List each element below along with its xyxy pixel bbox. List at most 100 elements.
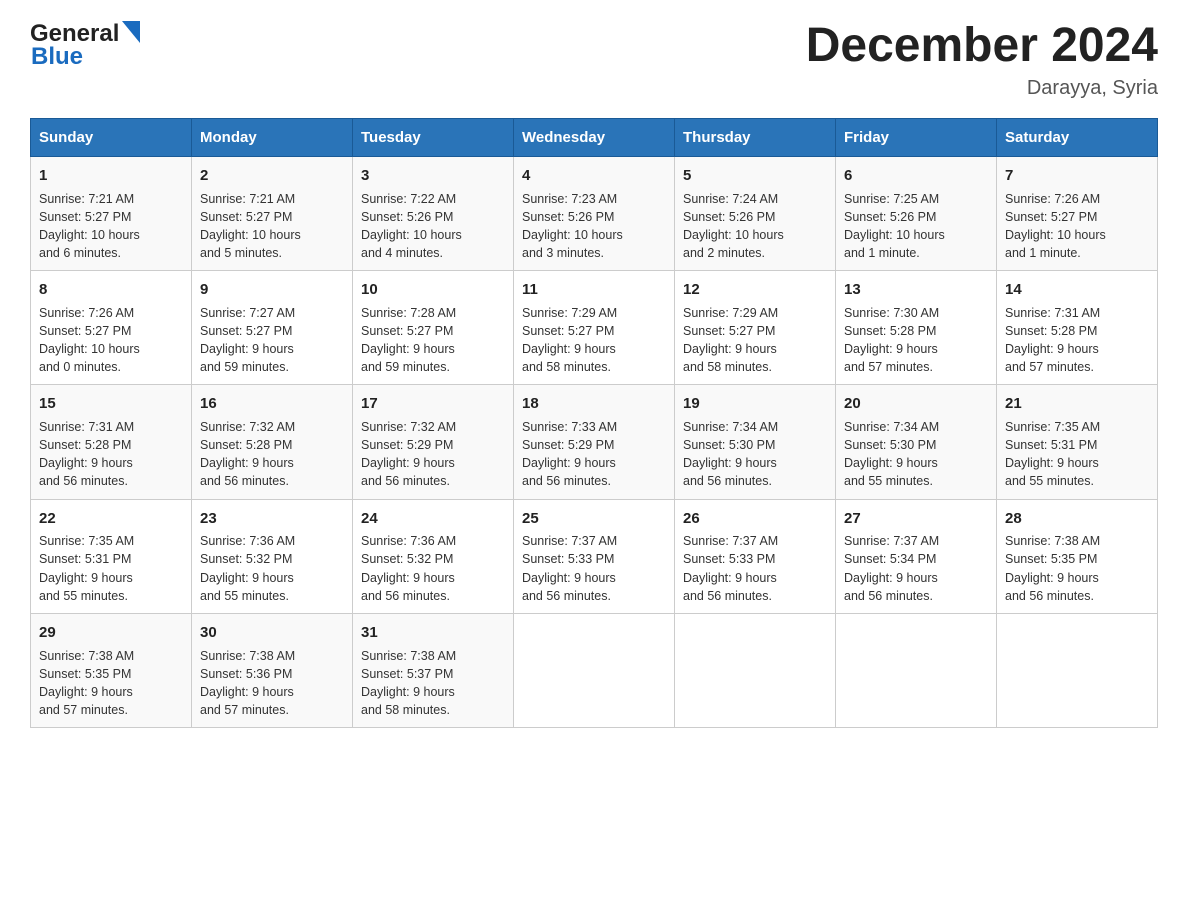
calendar-cell: 4Sunrise: 7:23 AMSunset: 5:26 PMDaylight… (514, 156, 675, 270)
day-info: Sunrise: 7:21 AMSunset: 5:27 PMDaylight:… (200, 190, 344, 263)
calendar-cell: 18 Sunrise: 7:33 AMSunset: 5:29 PMDayligh… (514, 385, 675, 499)
day-info: Sunrise: 7:37 AMSunset: 5:33 PMDaylight:… (683, 532, 827, 605)
calendar-cell: 7 Sunrise: 7:26 AMSunset: 5:27 PMDaylight… (997, 156, 1158, 270)
week-row-5: 29 Sunrise: 7:38 AMSunset: 5:35 PMDayligh… (31, 613, 1158, 727)
location-title: Darayya, Syria (806, 77, 1158, 100)
calendar-cell: 9 Sunrise: 7:27 AMSunset: 5:27 PMDaylight… (192, 271, 353, 385)
calendar-cell: 28Sunrise: 7:38 AMSunset: 5:35 PMDayligh… (997, 499, 1158, 613)
day-number: 30 (200, 622, 344, 644)
day-info: Sunrise: 7:31 AMSunset: 5:28 PMDaylight:… (39, 418, 183, 491)
calendar-cell: 14Sunrise: 7:31 AMSunset: 5:28 PMDayligh… (997, 271, 1158, 385)
day-number: 26 (683, 508, 827, 530)
day-info: Sunrise: 7:38 AMSunset: 5:35 PMDaylight:… (39, 647, 183, 720)
week-row-4: 22Sunrise: 7:35 AMSunset: 5:31 PMDayligh… (31, 499, 1158, 613)
calendar-cell: 15 Sunrise: 7:31 AMSunset: 5:28 PMDayligh… (31, 385, 192, 499)
calendar-cell: 2Sunrise: 7:21 AMSunset: 5:27 PMDaylight… (192, 156, 353, 270)
day-number: 3 (361, 165, 505, 187)
day-number: 16 (200, 393, 344, 415)
day-number: 7 (1005, 165, 1149, 187)
day-number: 18 (522, 393, 666, 415)
calendar-cell: 19 Sunrise: 7:34 AMSunset: 5:30 PMDayligh… (675, 385, 836, 499)
day-info: Sunrise: 7:38 AMSunset: 5:37 PMDaylight:… (361, 647, 505, 720)
day-info: Sunrise: 7:36 AMSunset: 5:32 PMDaylight:… (361, 532, 505, 605)
logo-blue-text: Blue (31, 43, 83, 71)
logo: General Blue (30, 20, 140, 71)
day-info: Sunrise: 7:28 AMSunset: 5:27 PMDaylight:… (361, 304, 505, 377)
day-info: Sunrise: 7:25 AMSunset: 5:26 PMDaylight:… (844, 190, 988, 263)
weekday-header-thursday: Thursday (675, 118, 836, 156)
day-number: 20 (844, 393, 988, 415)
day-info: Sunrise: 7:31 AMSunset: 5:28 PMDaylight:… (1005, 304, 1149, 377)
day-info: Sunrise: 7:34 AMSunset: 5:30 PMDaylight:… (844, 418, 988, 491)
day-number: 11 (522, 279, 666, 301)
day-number: 5 (683, 165, 827, 187)
day-number: 13 (844, 279, 988, 301)
day-number: 22 (39, 508, 183, 530)
calendar-cell: 11 Sunrise: 7:29 AMSunset: 5:27 PMDayligh… (514, 271, 675, 385)
calendar-cell: 31 Sunrise: 7:38 AMSunset: 5:37 PMDayligh… (353, 613, 514, 727)
day-info: Sunrise: 7:21 AMSunset: 5:27 PMDaylight:… (39, 190, 183, 263)
day-info: Sunrise: 7:23 AMSunset: 5:26 PMDaylight:… (522, 190, 666, 263)
calendar-cell: 29 Sunrise: 7:38 AMSunset: 5:35 PMDayligh… (31, 613, 192, 727)
calendar-cell (514, 613, 675, 727)
day-number: 10 (361, 279, 505, 301)
page-header: General Blue December 2024 Darayya, Syri… (30, 20, 1158, 100)
day-info: Sunrise: 7:38 AMSunset: 5:36 PMDaylight:… (200, 647, 344, 720)
day-number: 24 (361, 508, 505, 530)
day-info: Sunrise: 7:35 AMSunset: 5:31 PMDaylight:… (1005, 418, 1149, 491)
weekday-header-wednesday: Wednesday (514, 118, 675, 156)
calendar-cell: 22Sunrise: 7:35 AMSunset: 5:31 PMDayligh… (31, 499, 192, 613)
day-number: 29 (39, 622, 183, 644)
day-info: Sunrise: 7:33 AMSunset: 5:29 PMDaylight:… (522, 418, 666, 491)
calendar-cell: 6 Sunrise: 7:25 AMSunset: 5:26 PMDaylight… (836, 156, 997, 270)
day-number: 17 (361, 393, 505, 415)
day-info: Sunrise: 7:24 AMSunset: 5:26 PMDaylight:… (683, 190, 827, 263)
day-info: Sunrise: 7:26 AMSunset: 5:27 PMDaylight:… (1005, 190, 1149, 263)
calendar-cell: 1 Sunrise: 7:21 AMSunset: 5:27 PMDaylight… (31, 156, 192, 270)
calendar-cell: 12Sunrise: 7:29 AMSunset: 5:27 PMDayligh… (675, 271, 836, 385)
day-number: 19 (683, 393, 827, 415)
day-number: 6 (844, 165, 988, 187)
calendar-cell: 24Sunrise: 7:36 AMSunset: 5:32 PMDayligh… (353, 499, 514, 613)
calendar-cell: 17 Sunrise: 7:32 AMSunset: 5:29 PMDayligh… (353, 385, 514, 499)
calendar-cell: 30 Sunrise: 7:38 AMSunset: 5:36 PMDayligh… (192, 613, 353, 727)
calendar-table: SundayMondayTuesdayWednesdayThursdayFrid… (30, 118, 1158, 728)
calendar-cell: 16 Sunrise: 7:32 AMSunset: 5:28 PMDayligh… (192, 385, 353, 499)
calendar-cell (836, 613, 997, 727)
day-info: Sunrise: 7:29 AMSunset: 5:27 PMDaylight:… (683, 304, 827, 377)
day-info: Sunrise: 7:27 AMSunset: 5:27 PMDaylight:… (200, 304, 344, 377)
day-info: Sunrise: 7:29 AMSunset: 5:27 PMDaylight:… (522, 304, 666, 377)
calendar-cell: 10 Sunrise: 7:28 AMSunset: 5:27 PMDayligh… (353, 271, 514, 385)
weekday-header-friday: Friday (836, 118, 997, 156)
day-info: Sunrise: 7:32 AMSunset: 5:28 PMDaylight:… (200, 418, 344, 491)
calendar-cell: 27Sunrise: 7:37 AMSunset: 5:34 PMDayligh… (836, 499, 997, 613)
day-number: 23 (200, 508, 344, 530)
weekday-header-sunday: Sunday (31, 118, 192, 156)
day-info: Sunrise: 7:36 AMSunset: 5:32 PMDaylight:… (200, 532, 344, 605)
weekday-header-saturday: Saturday (997, 118, 1158, 156)
calendar-cell: 13Sunrise: 7:30 AMSunset: 5:28 PMDayligh… (836, 271, 997, 385)
day-info: Sunrise: 7:34 AMSunset: 5:30 PMDaylight:… (683, 418, 827, 491)
day-number: 31 (361, 622, 505, 644)
week-row-1: 1 Sunrise: 7:21 AMSunset: 5:27 PMDaylight… (31, 156, 1158, 270)
day-number: 9 (200, 279, 344, 301)
day-number: 1 (39, 165, 183, 187)
day-info: Sunrise: 7:22 AMSunset: 5:26 PMDaylight:… (361, 190, 505, 263)
calendar-cell: 5 Sunrise: 7:24 AMSunset: 5:26 PMDaylight… (675, 156, 836, 270)
day-info: Sunrise: 7:37 AMSunset: 5:33 PMDaylight:… (522, 532, 666, 605)
calendar-cell: 21Sunrise: 7:35 AMSunset: 5:31 PMDayligh… (997, 385, 1158, 499)
day-info: Sunrise: 7:32 AMSunset: 5:29 PMDaylight:… (361, 418, 505, 491)
day-number: 8 (39, 279, 183, 301)
calendar-cell: 8 Sunrise: 7:26 AMSunset: 5:27 PMDaylight… (31, 271, 192, 385)
day-info: Sunrise: 7:26 AMSunset: 5:27 PMDaylight:… (39, 304, 183, 377)
week-row-2: 8 Sunrise: 7:26 AMSunset: 5:27 PMDaylight… (31, 271, 1158, 385)
weekday-header-tuesday: Tuesday (353, 118, 514, 156)
title-area: December 2024 Darayya, Syria (806, 20, 1158, 100)
header-row: SundayMondayTuesdayWednesdayThursdayFrid… (31, 118, 1158, 156)
calendar-cell: 23Sunrise: 7:36 AMSunset: 5:32 PMDayligh… (192, 499, 353, 613)
calendar-cell (997, 613, 1158, 727)
calendar-cell (675, 613, 836, 727)
day-number: 27 (844, 508, 988, 530)
day-info: Sunrise: 7:38 AMSunset: 5:35 PMDaylight:… (1005, 532, 1149, 605)
day-number: 15 (39, 393, 183, 415)
